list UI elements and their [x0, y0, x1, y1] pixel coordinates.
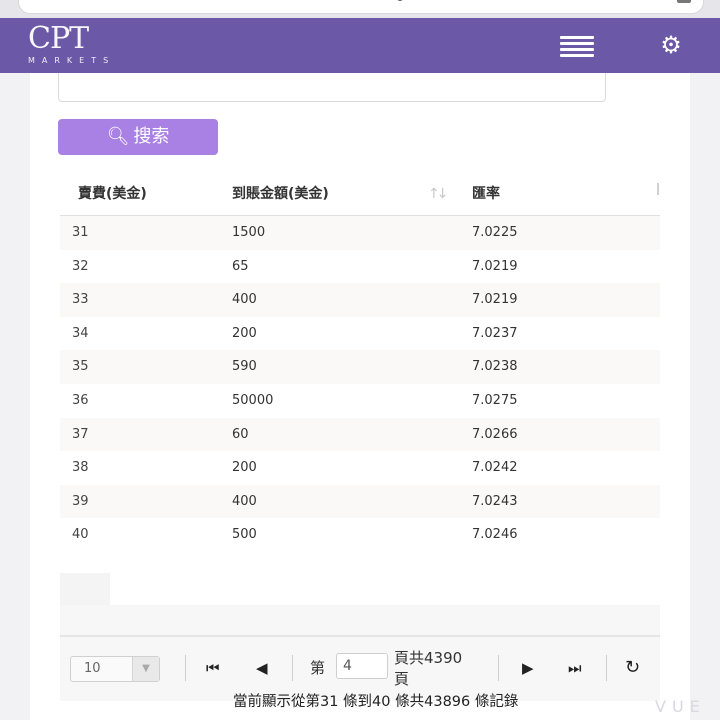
cell-id: 36: [72, 392, 89, 408]
cell-amount: 400: [232, 292, 257, 308]
cell-amount: 60: [232, 426, 249, 442]
watermark-text: VUE: [655, 697, 706, 716]
cell-amount: 500: [232, 527, 257, 543]
table-footer-space: [60, 605, 660, 635]
cell-amount: 590: [232, 359, 257, 375]
url-field[interactable]: [18, 0, 704, 14]
table-empty-area: [60, 573, 110, 605]
records-table: 賣費(美金) 到賬金額(美金) ↑↓ 匯率 31 1500 7.0225 32 65 7…: [60, 173, 660, 552]
table-row[interactable]: 33 400 7.0219: [60, 283, 660, 317]
cell-amount: 200: [232, 460, 257, 476]
cell-amount: 200: [232, 325, 257, 341]
column-header-amount[interactable]: 到賬金額(美金): [232, 173, 329, 215]
page-size-value: 10: [84, 661, 101, 676]
page-size-select[interactable]: 10 ▼: [70, 656, 160, 682]
browser-tab-icon[interactable]: [677, 0, 691, 3]
cell-rate: 7.0238: [472, 359, 518, 375]
pager-separator: [292, 655, 293, 681]
table-row[interactable]: 40 500 7.0246: [60, 518, 660, 552]
gear-icon[interactable]: ⚙: [656, 30, 686, 60]
table-row[interactable]: 39 400 7.0243: [60, 484, 660, 519]
search-button-label: 搜索: [133, 126, 170, 147]
top-navbar: CPT MARKETS ⚙: [0, 18, 720, 73]
cell-rate: 7.0266: [472, 426, 518, 442]
cell-id: 31: [72, 225, 89, 240]
page-unit-text: 頁: [394, 670, 410, 688]
pager-separator: [606, 655, 607, 681]
search-button[interactable]: 🔍︎ 搜索: [58, 119, 218, 155]
refresh-icon[interactable]: ↻: [625, 655, 640, 681]
cell-amount: 65: [232, 258, 249, 274]
table-header: 賣費(美金) 到賬金額(美金) ↑↓ 匯率: [60, 173, 660, 216]
cell-rate: 7.0243: [472, 493, 518, 509]
magnifier-icon: 🔍︎: [106, 126, 130, 147]
cell-id: 38: [72, 460, 89, 476]
cell-amount: 400: [232, 493, 257, 509]
table-row[interactable]: 37 60 7.0266: [60, 417, 660, 452]
table-body: 31 1500 7.0225 32 65 7.0219 33 400 7.0219 34 20…: [60, 216, 660, 552]
page-total-text: 頁共4390: [394, 649, 463, 667]
cell-rate: 7.0275: [472, 392, 518, 408]
cell-id: 33: [72, 292, 89, 308]
table-row[interactable]: 35 590 7.0238: [60, 350, 660, 384]
column-header-rate[interactable]: 匯率: [472, 173, 500, 215]
cell-rate: 7.0219: [472, 258, 518, 274]
cell-id: 39: [72, 493, 89, 509]
hamburger-icon[interactable]: [560, 36, 594, 57]
chevron-down-icon[interactable]: ▼: [132, 657, 159, 681]
sort-icon[interactable]: ↑↓: [428, 173, 449, 215]
cell-rate: 7.0225: [472, 225, 518, 240]
cell-rate: 7.0237: [472, 325, 518, 341]
cell-rate: 7.0242: [472, 460, 518, 476]
pager-separator: [185, 655, 186, 681]
cell-amount: 1500: [232, 225, 266, 240]
cell-id: 34: [72, 325, 89, 341]
search-input[interactable]: [58, 73, 606, 102]
table-row[interactable]: 38 200 7.0242: [60, 451, 660, 485]
last-page-icon[interactable]: ⏭: [568, 655, 582, 681]
logo-mark: CPT: [28, 21, 89, 56]
cell-amount: 50000: [232, 392, 274, 408]
column-resize-handle[interactable]: [657, 183, 659, 195]
pager-separator: [498, 655, 499, 681]
page-number-input[interactable]: [336, 653, 388, 679]
table-row[interactable]: 32 65 7.0219: [60, 249, 660, 284]
column-header-fee[interactable]: 賣費(美金): [78, 173, 147, 215]
table-row[interactable]: 31 1500 7.0225: [60, 216, 660, 250]
content-panel: 🔍︎ 搜索 賣費(美金) 到賬金額(美金) ↑↓ 匯率 31 1500 7.0225 …: [30, 73, 690, 720]
logo-subtitle: MARKETS: [28, 56, 116, 65]
browser-address-bar: [0, 0, 720, 18]
brand-logo[interactable]: CPT MARKETS: [28, 24, 143, 68]
url-text-fragment: [397, 0, 403, 1]
cell-id: 40: [72, 527, 89, 543]
page-prefix: 第: [310, 659, 326, 677]
table-row[interactable]: 36 50000 7.0275: [60, 383, 660, 418]
first-page-icon[interactable]: ⏮: [206, 655, 220, 681]
cell-id: 32: [72, 258, 89, 274]
cell-rate: 7.0246: [472, 527, 518, 543]
prev-page-icon[interactable]: ◀: [256, 655, 268, 681]
record-count-text: 當前顯示從第31 條到40 條共43896 條記錄: [233, 694, 519, 710]
table-row[interactable]: 34 200 7.0237: [60, 316, 660, 351]
cell-id: 37: [72, 426, 89, 442]
cell-rate: 7.0219: [472, 292, 518, 308]
next-page-icon[interactable]: ▶: [522, 655, 534, 681]
cell-id: 35: [72, 359, 89, 375]
